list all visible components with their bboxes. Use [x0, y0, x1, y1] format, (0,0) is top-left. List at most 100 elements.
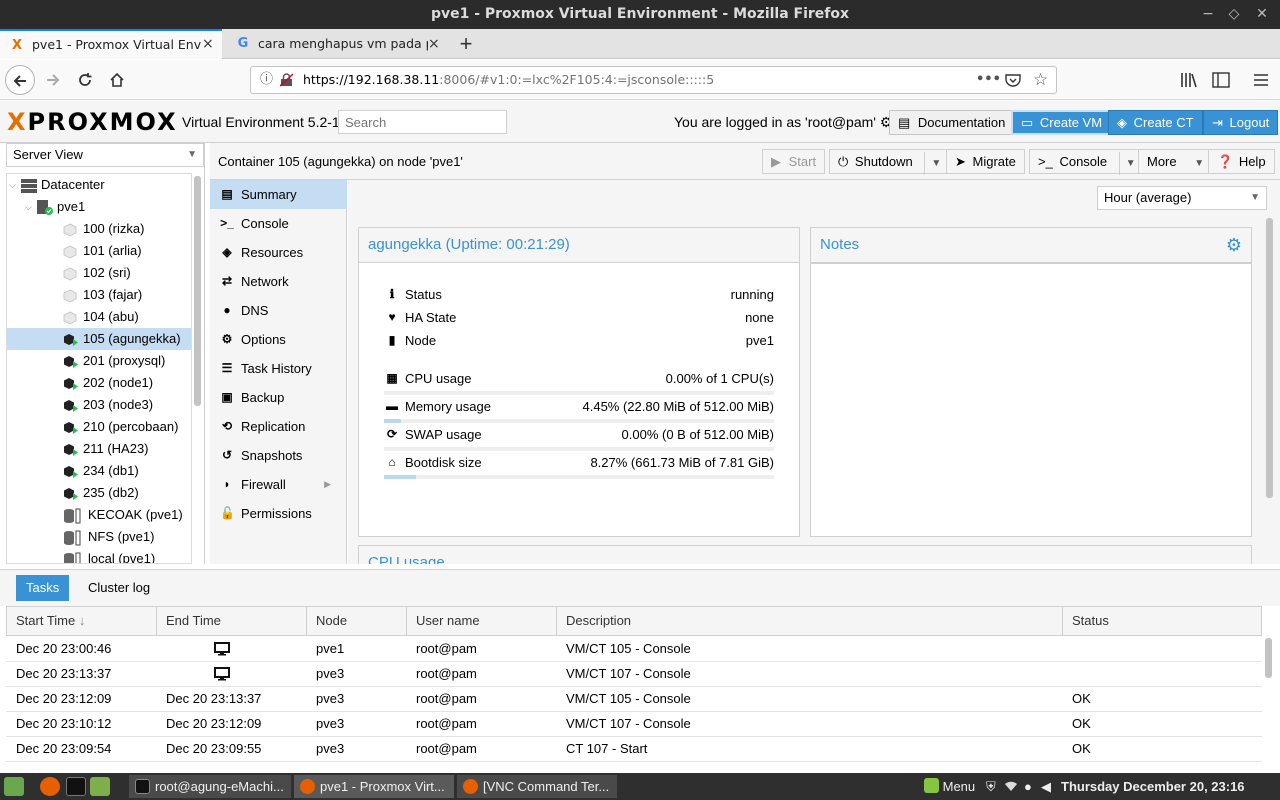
browser-tab-google[interactable]: G cara menghapus vm pada proxmox ×	[226, 29, 448, 59]
tree-node[interactable]: 104 (abu)	[7, 306, 191, 328]
submenu-item-summary[interactable]: ▤ Summary	[210, 180, 347, 209]
tab-close-icon[interactable]: ×	[428, 29, 442, 59]
volume-tray-icon[interactable]: ◀	[1041, 773, 1051, 800]
tree-node[interactable]: 203 (node3)	[7, 394, 191, 416]
table-row[interactable]: Dec 20 23:00:46 pve1 root@pam VM/CT 105 - C…	[6, 637, 1262, 662]
url-bar[interactable]: ⓘ https://192.168.38.11:8006/#v1:0:=lxc%…	[250, 66, 1057, 94]
tree-node[interactable]: 235 (db2)	[7, 482, 191, 504]
tree-node[interactable]: NFS (pve1)	[7, 526, 191, 548]
column-node[interactable]: Node	[307, 607, 407, 635]
column-status[interactable]: Status	[1063, 607, 1263, 635]
forward-button[interactable]	[38, 65, 68, 95]
library-icon[interactable]	[1174, 65, 1204, 95]
tasks-scrollbar[interactable]	[1265, 638, 1272, 678]
show-desktop-icon[interactable]	[4, 777, 24, 796]
console-button[interactable]: >_ Console ▼	[1029, 149, 1145, 175]
tree-node[interactable]: local (pve1)	[7, 548, 191, 563]
column-user-name[interactable]: User name	[407, 607, 557, 635]
tree-node[interactable]: ⌵ Datacenter	[7, 174, 191, 196]
user-tray-icon[interactable]: ●	[1024, 773, 1032, 800]
pocket-icon[interactable]	[1005, 67, 1021, 97]
start-button[interactable]: ▶ Start	[762, 149, 826, 174]
column-end-time[interactable]: End Time	[157, 607, 307, 635]
tab-cluster-log[interactable]: Cluster log	[78, 575, 160, 601]
reload-button[interactable]	[70, 65, 100, 95]
submenu-item-backup[interactable]: ▣ Backup	[210, 383, 347, 412]
submenu-item-network[interactable]: ⇄ Network	[210, 267, 347, 296]
url-text[interactable]: https://192.168.38.11:8006/#v1:0:=lxc%2F…	[303, 67, 714, 93]
bookmark-star-icon[interactable]: ☆	[1033, 67, 1048, 93]
server-view-select[interactable]: Server View ▼	[6, 143, 204, 167]
submenu-item-resources[interactable]: ◈ Resources	[210, 238, 347, 267]
create-vm-button[interactable]: ▭ Create VM	[1011, 110, 1113, 135]
taskbar-window-terminal[interactable]: root@agung-eMachi...	[129, 775, 291, 798]
timeframe-select[interactable]: Hour (average) ▼	[1097, 186, 1267, 210]
files-launcher-icon[interactable]	[90, 777, 110, 796]
shutdown-button[interactable]: ⏻ Shutdown ▼	[829, 149, 951, 175]
taskbar-window-firefox[interactable]: pve1 - Proxmox Virt...	[294, 775, 454, 798]
tree-node[interactable]: 201 (proxysql)	[7, 350, 191, 372]
page-actions-icon[interactable]: •••	[976, 67, 1001, 93]
minimize-icon[interactable]: −	[1196, 0, 1220, 29]
table-row[interactable]: Dec 20 23:13:37 pve3 root@pam VM/CT 107 - C…	[6, 662, 1262, 687]
new-tab-button[interactable]: +	[455, 29, 477, 59]
migrate-button[interactable]: ➤ Migrate	[946, 149, 1025, 174]
tree-node[interactable]: 211 (HA23)	[7, 438, 191, 460]
tree-node[interactable]: 100 (rizka)	[7, 218, 191, 240]
table-row[interactable]: Dec 20 23:09:54 Dec 20 23:09:55 pve3 root@p…	[6, 737, 1262, 762]
info-icon[interactable]: ⓘ	[260, 67, 273, 93]
table-row[interactable]: Dec 20 23:10:12 Dec 20 23:12:09 pve3 root@p…	[6, 712, 1262, 737]
terminal-launcher-icon[interactable]	[66, 777, 86, 796]
tree-node[interactable]: 202 (node1)	[7, 372, 191, 394]
column-description[interactable]: Description	[557, 607, 1063, 635]
tab-tasks[interactable]: Tasks	[16, 575, 70, 601]
shield-tray-icon[interactable]: ⛨	[986, 773, 996, 800]
submenu-item-firewall[interactable]: ◗ Firewall ▶	[210, 470, 347, 499]
submenu-item-snapshots[interactable]: ↺ Snapshots	[210, 441, 347, 470]
shutdown-dropdown-icon[interactable]: ▼	[924, 152, 941, 175]
logout-button[interactable]: ⇥ Logout	[1203, 110, 1279, 135]
more-button[interactable]: More ▼	[1138, 149, 1214, 174]
tree-node[interactable]: 103 (fajar)	[7, 284, 191, 306]
hamburger-menu-icon[interactable]	[1246, 65, 1276, 95]
back-button[interactable]	[5, 65, 35, 95]
submenu-item-permissions[interactable]: 🔓 Permissions	[210, 499, 347, 528]
close-window-icon[interactable]: ✕	[1250, 0, 1274, 29]
table-row[interactable]: Dec 20 23:12:09 Dec 20 23:13:37 pve3 root@p…	[6, 687, 1262, 712]
help-button[interactable]: ❓ Help	[1208, 149, 1275, 174]
expand-icon[interactable]: ⌵	[9, 174, 16, 196]
tab-close-icon[interactable]: ×	[202, 31, 216, 58]
tree-node[interactable]: 210 (percobaan)	[7, 416, 191, 438]
submenu-item-console[interactable]: >_ Console	[210, 209, 347, 238]
start-menu-button[interactable]: Menu	[924, 773, 975, 800]
console-dropdown-icon[interactable]: ▼	[1118, 152, 1136, 175]
create-ct-button[interactable]: ◈ Create CT	[1108, 110, 1203, 135]
documentation-label: Documentation	[917, 115, 1006, 130]
tree-node[interactable]: 105 (agungekka)	[7, 328, 191, 350]
column-start-time[interactable]: Start Time ↓	[7, 607, 157, 635]
tree-node[interactable]: ⌵ pve1	[7, 196, 191, 218]
tree-node[interactable]: KECOAK (pve1)	[7, 504, 191, 526]
gear-icon[interactable]: ⚙	[1226, 235, 1242, 255]
tree-scrollbar[interactable]	[194, 176, 201, 406]
clock[interactable]: Thursday December 20, 23:16	[1061, 773, 1245, 800]
tree-node[interactable]: 234 (db1)	[7, 460, 191, 482]
maximize-icon[interactable]: ◇	[1222, 0, 1246, 29]
sidebar-icon[interactable]	[1206, 65, 1236, 95]
submenu-item-task-history[interactable]: ☰ Task History	[210, 354, 347, 383]
home-button[interactable]	[102, 65, 132, 95]
submenu-item-dns[interactable]: ● DNS	[210, 296, 347, 325]
wifi-tray-icon[interactable]	[1004, 773, 1018, 800]
taskbar-window-vnc[interactable]: [VNC Command Ter...	[457, 775, 617, 798]
submenu-item-options[interactable]: ⚙ Options	[210, 325, 347, 354]
firefox-launcher-icon[interactable]	[40, 777, 60, 796]
insecure-lock-icon[interactable]	[279, 67, 294, 97]
tree-node[interactable]: 102 (sri)	[7, 262, 191, 284]
submenu-item-replication[interactable]: ⟲ Replication	[210, 412, 347, 441]
documentation-button[interactable]: ▤ Documentation	[889, 110, 1015, 135]
search-input[interactable]	[338, 110, 507, 134]
content-scrollbar[interactable]	[1266, 218, 1273, 498]
tree-node[interactable]: 101 (arlia)	[7, 240, 191, 262]
browser-tab-proxmox[interactable]: X pve1 - Proxmox Virtual Environment ×	[0, 29, 222, 59]
expand-icon[interactable]: ⌵	[25, 196, 32, 218]
